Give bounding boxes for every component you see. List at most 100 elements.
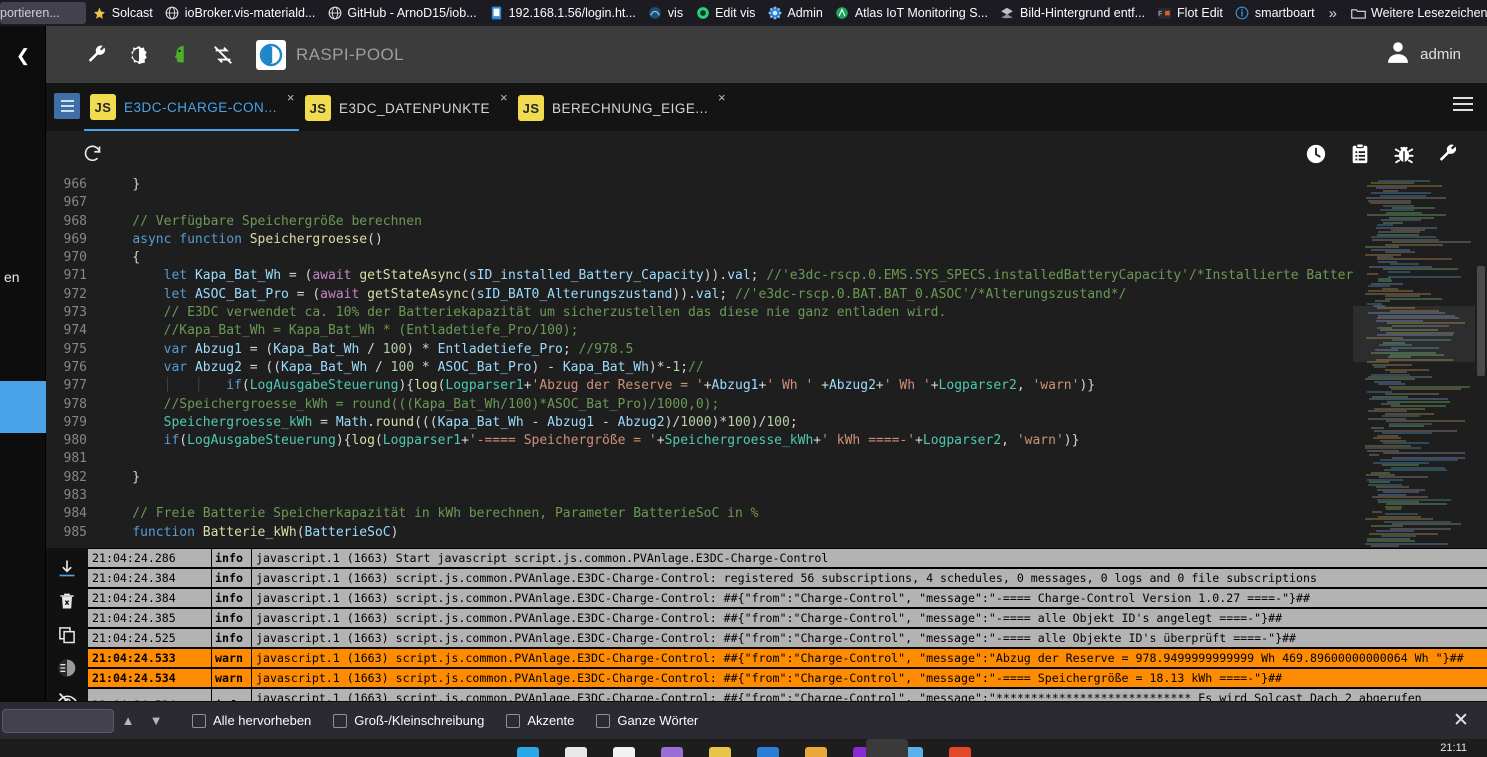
chevron-up-icon[interactable]: ▲ xyxy=(114,708,142,734)
code-line[interactable]: 971 let Kapa_Bat_Wh = (await getStateAsy… xyxy=(46,267,1353,285)
bookmark-more-label: Weitere Lesezeichen xyxy=(1371,6,1487,20)
bookmark-item-vis[interactable]: vis xyxy=(642,2,689,24)
taskbar-item-active[interactable] xyxy=(866,739,908,757)
log-row[interactable]: 21:04:24.533 warn javascript.1 (1663) scri… xyxy=(88,648,1487,668)
code-line[interactable]: 983 xyxy=(46,487,1353,505)
bug-icon[interactable] xyxy=(1393,143,1415,165)
close-icon[interactable]: × xyxy=(287,91,295,104)
find-option-whole-words[interactable]: Ganze Wörter xyxy=(596,713,698,728)
tab-e3dc-charge-control[interactable]: JS E3DC-CHARGE-CON... × xyxy=(84,85,300,131)
bookmark-item-smartboart[interactable]: smartboart xyxy=(1229,2,1321,24)
code-line[interactable]: 969 async function Speichergroesse() xyxy=(46,231,1353,249)
bookmark-item-truncated[interactable]: portieren... xyxy=(0,2,86,24)
bookmark-more-folder[interactable]: Weitere Lesezeichen xyxy=(1345,2,1487,24)
wrench-icon[interactable] xyxy=(1437,143,1459,165)
wrench-icon[interactable] xyxy=(76,35,118,75)
contrast-icon[interactable] xyxy=(55,656,79,679)
log-row[interactable]: 21:04:24.525 info javascript.1 (1663) scri… xyxy=(88,628,1487,648)
code-line[interactable]: 978 //Speichergroesse_kWh = round(((Kapa… xyxy=(46,396,1353,414)
checkbox[interactable] xyxy=(506,713,521,728)
code-text: if(LogAusgabeSteuerung){log(Logparser1+'… xyxy=(163,433,1080,449)
script-list-icon[interactable] xyxy=(54,93,80,119)
scrollbar-thumb[interactable] xyxy=(1477,266,1485,376)
checkbox[interactable] xyxy=(192,713,206,728)
line-number: 970 xyxy=(63,250,87,266)
bookmark-item-login[interactable]: 192.168.1.56/login.ht... xyxy=(483,2,642,24)
log-row[interactable]: 21:04:24.534 warn javascript.1 (1663) scri… xyxy=(88,668,1487,688)
editor-minimap[interactable] xyxy=(1353,176,1487,548)
code-line[interactable]: 984 // Freie Batterie Speicherkapazität … xyxy=(46,505,1353,523)
bookmark-item-iobroker-vis[interactable]: ioBroker.vis-materiald... xyxy=(159,2,322,24)
code-line[interactable]: 972 let ASOC_Bat_Pro = (await getStateAs… xyxy=(46,286,1353,304)
code-line[interactable]: 975 var Abzug1 = (Kapa_Bat_Wh / 100) * E… xyxy=(46,341,1353,359)
editor-scrollbar[interactable] xyxy=(1475,176,1487,548)
close-icon[interactable]: ✕ xyxy=(1449,709,1473,733)
hamburger-icon[interactable] xyxy=(1453,97,1473,111)
log-entries[interactable]: 21:04:24.286 info javascript.1 (1663) Star… xyxy=(88,548,1487,713)
code-line[interactable]: 979 Speichergroesse_kWh = Math.round(((K… xyxy=(46,414,1353,432)
code-line[interactable]: 985 function Batterie_kWh(BatterieSoC) xyxy=(46,524,1353,542)
rail-highlight-block[interactable] xyxy=(0,381,46,433)
taskbar-notes-icon[interactable] xyxy=(612,747,635,757)
code-line[interactable]: 966 } xyxy=(46,176,1353,194)
js-file-icon: JS xyxy=(90,94,116,120)
find-input[interactable] xyxy=(2,708,114,733)
bookmark-item-admin[interactable]: Admin xyxy=(761,2,828,24)
find-option-match-diacritics[interactable]: Akzente xyxy=(506,713,574,728)
log-timestamp: 21:04:24.533 xyxy=(88,649,212,667)
bookmark-item-github[interactable]: GitHub - ArnoD15/iob... xyxy=(321,2,482,24)
taskbar-active-icon[interactable] xyxy=(948,747,971,757)
double-chevron-icon[interactable]: » xyxy=(1321,5,1345,22)
user-menu[interactable]: admin xyxy=(1385,39,1461,70)
log-row[interactable]: 21:04:24.385 info javascript.1 (1663) scri… xyxy=(88,608,1487,628)
log-row[interactable]: 21:04:24.286 info javascript.1 (1663) Star… xyxy=(88,548,1487,568)
clock-icon[interactable] xyxy=(1305,143,1327,165)
code-line[interactable]: 976 var Abzug2 = ((Kapa_Bat_Wh / 100 * A… xyxy=(46,359,1353,377)
checkbox[interactable] xyxy=(596,713,611,728)
tab-berechnung-eigenverbrauch[interactable]: JS BERECHNUNG_EIGE... × xyxy=(512,85,730,131)
chevron-down-icon[interactable]: ▼ xyxy=(142,708,170,734)
find-option-match-case[interactable]: Groß-/Kleinschreibung xyxy=(333,713,484,728)
no-sync-icon[interactable] xyxy=(202,35,244,75)
head-icon[interactable] xyxy=(160,35,202,75)
code-line[interactable]: 968 // Verfügbare Speichergröße berechne… xyxy=(46,213,1353,231)
code-line[interactable]: 977 │ │ if(LogAusgabeSteuerung){log(Logp… xyxy=(46,377,1353,395)
code-line[interactable]: 981 xyxy=(46,450,1353,468)
log-row[interactable]: 21:04:24.384 info javascript.1 (1663) scri… xyxy=(88,588,1487,608)
browser-viewport: ❮ en RASPI-POOL admin JS E3DC-CHARGE-CON… xyxy=(0,26,1487,731)
bookmark-item-flot-edit[interactable]: F Flot Edit xyxy=(1151,2,1229,24)
close-icon[interactable]: × xyxy=(718,91,726,104)
bookmark-item-bild-hintergrund[interactable]: Bild-Hintergrund entf... xyxy=(994,2,1151,24)
code-line[interactable]: 980 if(LogAusgabeSteuerung){log(Logparse… xyxy=(46,432,1353,450)
chevron-left-icon[interactable]: ❮ xyxy=(11,44,35,68)
taskbar-browser-icon[interactable] xyxy=(564,747,587,757)
code-line[interactable]: 970 { xyxy=(46,249,1353,267)
find-option-highlight-all[interactable]: Alle hervorheben xyxy=(192,713,311,728)
close-icon[interactable]: × xyxy=(500,91,508,104)
download-icon[interactable] xyxy=(55,556,79,579)
code-line[interactable]: 974 //Kapa_Bat_Wh = Kapa_Bat_Wh * (Entla… xyxy=(46,322,1353,340)
code-line[interactable]: 982 } xyxy=(46,469,1353,487)
clipboard-icon[interactable] xyxy=(1349,142,1371,165)
code-editor[interactable]: 966 } 967 968 // Verfügbare Speichergröße … xyxy=(46,176,1487,548)
taskbar-gimp-icon[interactable] xyxy=(708,747,731,757)
taskbar-files-icon[interactable] xyxy=(516,747,539,757)
minimap-viewport[interactable] xyxy=(1353,306,1475,362)
brightness-icon[interactable] xyxy=(118,35,160,75)
code-lines[interactable]: 966 } 967 968 // Verfügbare Speichergröße … xyxy=(46,176,1353,548)
taskbar-purple-icon[interactable] xyxy=(660,747,683,757)
reload-icon[interactable] xyxy=(82,143,103,164)
trash-icon[interactable] xyxy=(55,589,79,612)
bookmark-item-solcast[interactable]: Solcast xyxy=(86,2,159,24)
taskbar-folder-icon[interactable] xyxy=(804,747,827,757)
checkbox[interactable] xyxy=(333,713,348,728)
tab-e3dc-datenpunkte[interactable]: JS E3DC_DATENPUNKTE × xyxy=(299,85,512,131)
code-line[interactable]: 973 // E3DC verwendet ca. 10% der Batter… xyxy=(46,304,1353,322)
log-row[interactable]: 21:04:24.384 info javascript.1 (1663) scri… xyxy=(88,568,1487,588)
copy-icon[interactable] xyxy=(55,623,79,646)
bookmark-item-edit-vis[interactable]: Edit vis xyxy=(689,2,761,24)
taskbar-blue-icon[interactable] xyxy=(756,747,779,757)
bookmark-item-atlas[interactable]: Atlas IoT Monitoring S... xyxy=(829,2,994,24)
globe-icon xyxy=(327,6,342,21)
code-line[interactable]: 967 xyxy=(46,194,1353,212)
